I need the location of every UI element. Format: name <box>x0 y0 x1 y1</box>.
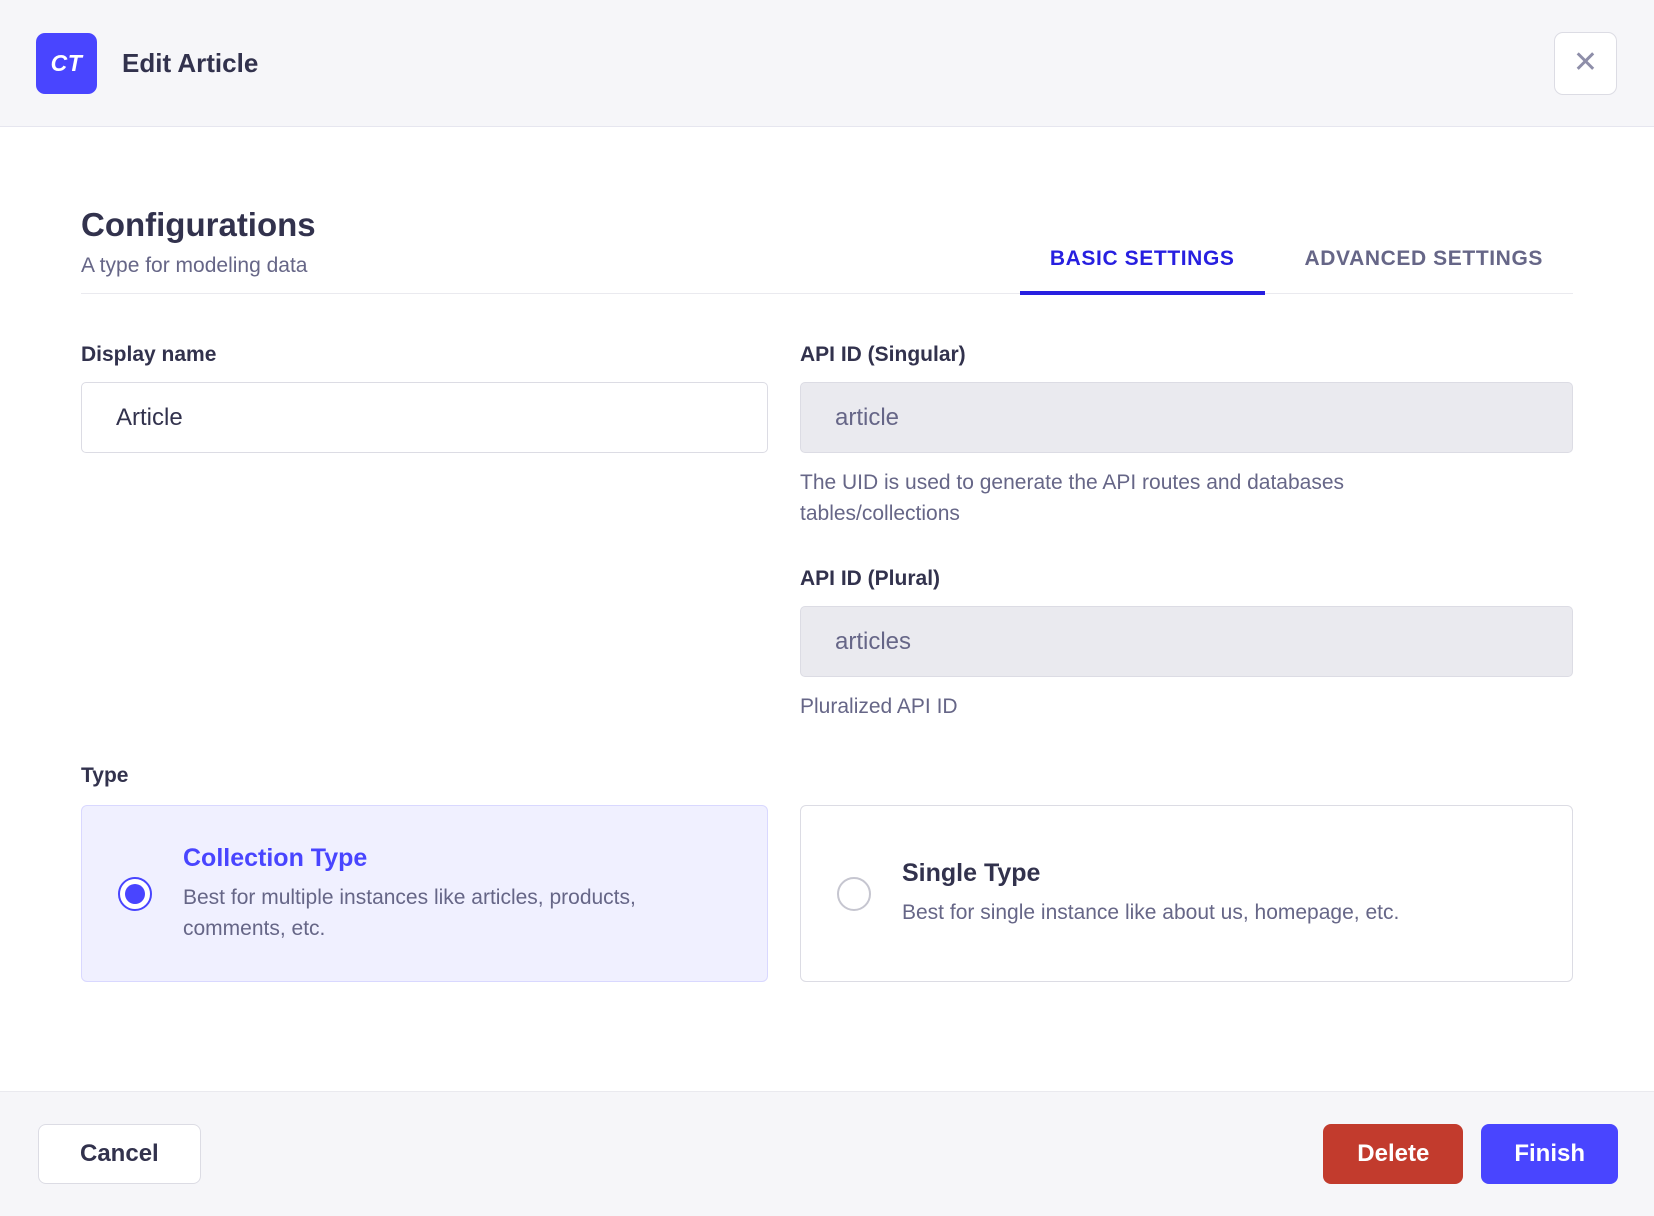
modal-header: CT Edit Article ✕ <box>0 0 1654 127</box>
single-type-description: Best for single instance like about us, … <box>902 901 1400 924</box>
header-left: CT Edit Article <box>36 32 259 94</box>
finish-button[interactable]: Finish <box>1481 1124 1618 1184</box>
single-type-title: Single Type <box>902 859 1041 887</box>
api-id-singular-hint: The UID is used to generate the API rout… <box>800 471 1345 525</box>
cancel-button[interactable]: Cancel <box>38 1124 201 1184</box>
close-button[interactable]: ✕ <box>1554 31 1617 95</box>
api-id-plural-input <box>800 606 1573 677</box>
page-subtitle: A type for modeling data <box>81 254 308 277</box>
display-name-label: Display name <box>81 343 217 366</box>
display-name-group: Display name <box>81 343 768 453</box>
collection-type-description: Best for multiple instances like article… <box>183 885 636 940</box>
footer-actions: Delete Finish <box>1323 1124 1618 1184</box>
radio-selected-icon[interactable] <box>118 876 152 911</box>
tab-advanced-settings[interactable]: ADVANCED SETTINGS <box>1275 247 1574 295</box>
tab-basic-settings[interactable]: BASIC SETTINGS <box>1019 247 1265 295</box>
delete-button[interactable]: Delete <box>1323 1124 1464 1184</box>
type-label-row: Type <box>81 764 768 788</box>
intro-row: Configurations A type for modeling data … <box>81 205 1574 295</box>
type-option-collection[interactable]: Collection Type Best for multiple instan… <box>81 805 768 982</box>
radio-unselected-icon[interactable] <box>837 876 871 911</box>
api-id-plural-hint: Pluralized API ID <box>800 695 958 718</box>
collection-type-title: Collection Type <box>183 843 368 872</box>
collection-type-text: Collection Type Best for multiple instan… <box>183 844 728 944</box>
intro-text: Configurations A type for modeling data <box>81 205 316 293</box>
close-icon: ✕ <box>1572 46 1599 79</box>
api-id-singular-label: API ID (Singular) <box>800 343 966 366</box>
modal-body: Configurations A type for modeling data … <box>0 127 1654 1091</box>
configuration-form: Display name API ID (Singular) The UID i… <box>81 343 1573 982</box>
type-label: Type <box>81 764 129 787</box>
content-type-badge-icon: CT <box>36 32 97 94</box>
modal-title: Edit Article <box>122 47 259 78</box>
api-id-singular-input <box>800 382 1573 453</box>
modal-footer: Cancel Delete Finish <box>0 1091 1654 1216</box>
radio-dot <box>125 883 145 904</box>
api-id-singular-group: API ID (Singular) The UID is used to gen… <box>800 343 1573 529</box>
api-id-plural-label: API ID (Plural) <box>800 567 941 590</box>
api-id-plural-group: API ID (Plural) Pluralized API ID <box>800 567 1573 722</box>
type-option-single[interactable]: Single Type Best for single instance lik… <box>800 805 1573 982</box>
page-title: Configurations <box>81 206 316 243</box>
single-type-text: Single Type Best for single instance lik… <box>902 859 1399 928</box>
display-name-input[interactable] <box>81 382 768 453</box>
settings-tabs: BASIC SETTINGS ADVANCED SETTINGS <box>1019 247 1574 295</box>
